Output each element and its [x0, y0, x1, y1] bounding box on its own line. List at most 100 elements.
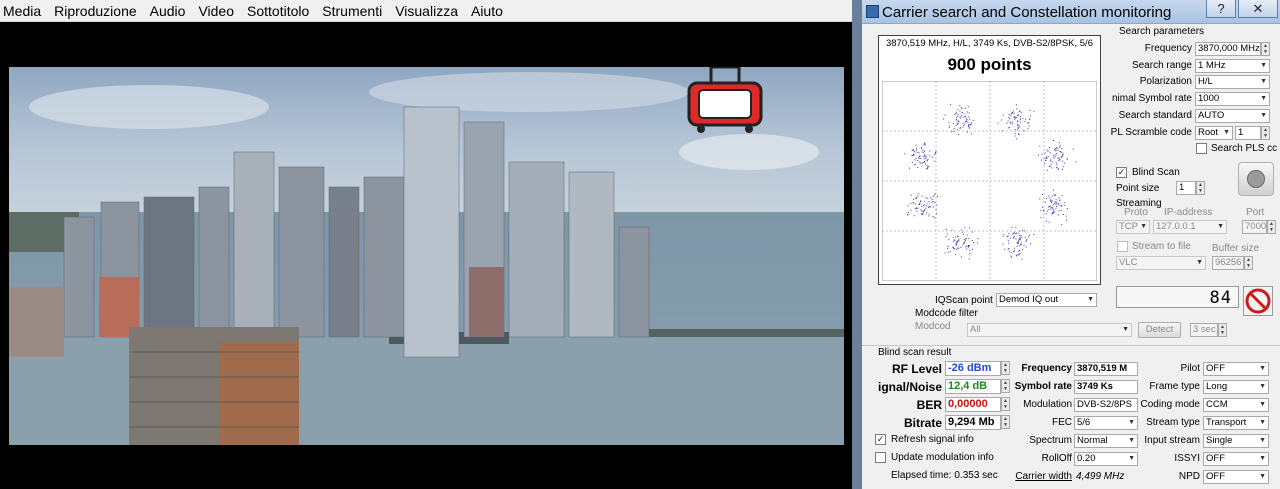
menu-strumenti[interactable]: Strumenti [322, 3, 382, 19]
menu-media[interactable]: Media [3, 3, 41, 19]
iq-point [1058, 160, 1060, 162]
iq-point [1016, 129, 1018, 131]
iq-point [960, 256, 962, 258]
carrier-width-label[interactable]: Carrier width [1002, 471, 1072, 482]
coding-mode-select[interactable]: CCM ▼ [1203, 398, 1269, 412]
iq-point [970, 133, 972, 135]
iq-point [1018, 133, 1019, 135]
iq-point [929, 155, 931, 157]
iq-point [1017, 127, 1019, 129]
iq-point [914, 159, 916, 161]
iq-point [1057, 167, 1059, 169]
buffer-size-input[interactable]: 96256 [1212, 256, 1244, 270]
iq-point [1054, 150, 1056, 152]
iq-point [927, 203, 929, 205]
update-modulation-checkbox[interactable] [875, 452, 886, 463]
iqscan-select[interactable]: Demod IQ out ▼ [996, 293, 1097, 307]
video-frame[interactable] [9, 67, 844, 445]
iq-point [1041, 194, 1043, 195]
rf-level-spinner[interactable]: ▲ ▼ [1001, 361, 1010, 375]
pl-mode-select[interactable]: Root ▼ [1195, 126, 1233, 140]
blind-scan-checkbox[interactable]: ✓ [1116, 167, 1127, 178]
satellite-icon [1247, 170, 1265, 188]
iq-point [916, 197, 918, 199]
iq-point [963, 242, 965, 244]
detect-seconds-input[interactable]: 3 sec [1190, 323, 1218, 337]
spectrum-select[interactable]: Normal ▼ [1074, 434, 1138, 448]
ip-select[interactable]: 127.0.0.1 ▼ [1153, 220, 1227, 234]
iq-point [1024, 118, 1026, 120]
iq-point [962, 234, 964, 236]
snr-spinner[interactable]: ▲ ▼ [1001, 379, 1010, 393]
issyi-select[interactable]: OFF ▼ [1203, 452, 1269, 466]
bitrate-spinner[interactable]: ▲ ▼ [1001, 415, 1010, 429]
menu-riproduzione[interactable]: Riproduzione [54, 3, 137, 19]
frame-type-select[interactable]: Long ▼ [1203, 380, 1269, 394]
port-spinner[interactable]: ▲ ▼ [1267, 220, 1276, 234]
rolloff-select[interactable]: 0.20 ▼ [1074, 452, 1138, 466]
player-select[interactable]: VLC ▼ [1116, 256, 1206, 270]
npd-label: NPD [1178, 471, 1200, 482]
iq-point [971, 122, 973, 123]
input-stream-select[interactable]: Single ▼ [1203, 434, 1269, 448]
port-input[interactable]: 7000 [1242, 220, 1267, 234]
ber-spinner[interactable]: ▲ ▼ [1001, 397, 1010, 411]
window-titlebar[interactable]: Carrier search and Constellation monitor… [862, 0, 1280, 24]
stream-type-select[interactable]: Transport ▼ [1203, 416, 1269, 430]
iq-point [1054, 201, 1056, 203]
chevron-down-icon: ▼ [1196, 259, 1203, 266]
fec-select[interactable]: 5/6 ▼ [1074, 416, 1138, 430]
pl-code-spinner[interactable]: ▲ ▼ [1261, 126, 1270, 140]
stop-button[interactable] [1243, 286, 1273, 316]
proto-select[interactable]: TCP ▼ [1116, 220, 1150, 234]
iq-point [966, 234, 968, 236]
iq-point [963, 125, 965, 126]
iq-point [973, 119, 975, 121]
iq-point [916, 210, 918, 212]
iq-point [1052, 212, 1054, 213]
search-range-select[interactable]: 1 MHz ▼ [1195, 59, 1270, 73]
iq-point [968, 127, 970, 129]
modcode-select[interactable]: All ▼ [967, 323, 1132, 337]
point-size-spinner[interactable]: ▲ ▼ [1196, 181, 1205, 195]
search-pls-checkbox[interactable] [1196, 143, 1207, 154]
point-size-label: Point size [1116, 183, 1160, 194]
iq-point [1022, 249, 1024, 251]
frequency-input[interactable]: 3870,000 MHz [1195, 42, 1261, 56]
iq-point [1024, 237, 1026, 239]
npd-select[interactable]: OFF ▼ [1203, 470, 1269, 484]
iq-point [969, 253, 971, 255]
menu-visualizza[interactable]: Visualizza [395, 3, 458, 19]
close-button[interactable]: ✕ [1238, 0, 1278, 18]
iq-point [926, 165, 928, 167]
detect-button[interactable]: Detect [1138, 322, 1181, 338]
pl-code-input[interactable]: 1 [1235, 126, 1261, 140]
iq-point [965, 118, 967, 120]
menu-audio[interactable]: Audio [150, 3, 186, 19]
iq-point [966, 237, 967, 239]
menu-sottotitolo[interactable]: Sottotitolo [247, 3, 309, 19]
iq-point [968, 106, 970, 108]
iq-point [928, 213, 930, 215]
search-standard-select[interactable]: AUTO ▼ [1195, 109, 1270, 123]
iq-point [966, 248, 968, 250]
polarization-label: Polarization [1139, 76, 1192, 87]
menu-aiuto[interactable]: Aiuto [471, 3, 503, 19]
detect-seconds-spinner[interactable]: ▲ ▼ [1218, 323, 1227, 337]
result-symbol-rate-label: Symbol rate [1014, 381, 1072, 392]
pilot-select[interactable]: OFF ▼ [1203, 362, 1269, 376]
stream-to-file-checkbox[interactable] [1117, 241, 1128, 252]
frequency-spinner[interactable]: ▲ ▼ [1261, 42, 1270, 56]
iq-point [960, 117, 962, 119]
refresh-signal-checkbox[interactable]: ✓ [875, 434, 886, 445]
help-button[interactable]: ? [1206, 0, 1236, 18]
scan-button[interactable] [1238, 162, 1274, 196]
modulation-select[interactable]: DVB-S2/8PS [1074, 398, 1138, 412]
symbol-rate-select[interactable]: 1000 ▼ [1195, 92, 1270, 106]
iq-point [1058, 157, 1060, 159]
point-size-input[interactable]: 1 [1176, 181, 1196, 195]
polarization-select[interactable]: H/L ▼ [1195, 75, 1270, 89]
menu-video[interactable]: Video [198, 3, 234, 19]
buffer-size-spinner[interactable]: ▲ ▼ [1244, 256, 1253, 270]
iq-point [1015, 238, 1017, 240]
